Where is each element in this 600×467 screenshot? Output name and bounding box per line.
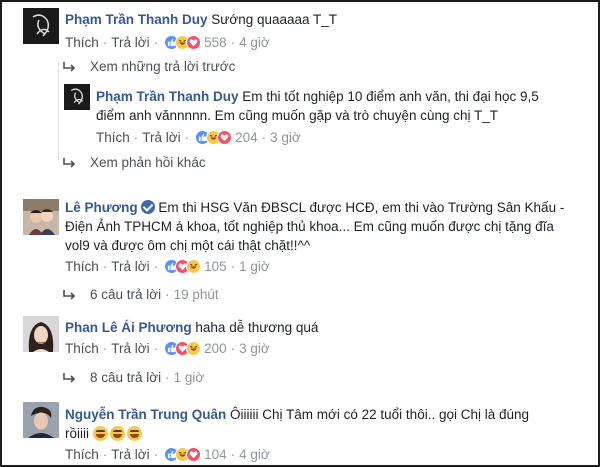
haha-reaction-icon — [186, 341, 202, 356]
avatar[interactable] — [23, 402, 59, 438]
reply-link[interactable]: Trả lời — [111, 447, 149, 462]
reply-count-label[interactable]: 6 câu trả lời — [90, 287, 161, 302]
author-name[interactable]: Lê Phương — [65, 200, 138, 215]
timestamp[interactable]: 3 giờ — [239, 341, 270, 356]
comment-body: Phan Lê Ái Phương haha dễ thương quá — [65, 318, 585, 337]
reactions[interactable]: 558 — [164, 35, 227, 50]
reactions[interactable]: 200 — [164, 341, 227, 356]
separator: · — [230, 259, 236, 274]
separator: · — [165, 287, 170, 302]
like-link[interactable]: Thích — [65, 341, 99, 356]
view-other-replies-label[interactable]: Xem phản hồi khác — [90, 155, 206, 170]
timestamp[interactable]: 1 giờ — [239, 259, 270, 274]
separator: · — [261, 130, 267, 145]
avatar[interactable] — [23, 199, 59, 235]
comment-text-continued: rồiiii — [65, 426, 90, 441]
author-name[interactable]: Nguyễn Trần Trung Quân — [65, 407, 226, 422]
reply-count-label[interactable]: 8 câu trả lời — [90, 370, 161, 385]
reactions[interactable]: 204 — [195, 130, 258, 145]
reaction-count: 558 — [204, 35, 227, 50]
reply-link[interactable]: Trả lời — [142, 130, 180, 145]
timestamp[interactable]: 4 giờ — [239, 447, 270, 462]
love-reaction-icon — [217, 130, 233, 145]
verified-badge-icon — [140, 200, 155, 214]
comment-text: Sướng quaaaaa T_T — [211, 12, 338, 27]
reaction-count: 204 — [235, 130, 258, 145]
separator: · — [230, 35, 236, 50]
separator: · — [184, 130, 190, 145]
view-previous-replies-label[interactable]: Xem những trả lời trước — [90, 59, 235, 74]
love-reaction-icon — [186, 447, 202, 462]
haha-reaction-icon — [186, 259, 202, 274]
separator: · — [153, 259, 159, 274]
separator: · — [230, 341, 236, 356]
separator: · — [153, 341, 159, 356]
avatar[interactable] — [64, 84, 90, 110]
like-link[interactable]: Thích — [96, 130, 130, 145]
separator: · — [102, 35, 108, 50]
separator: · — [102, 259, 108, 274]
reaction-count: 104 — [204, 447, 227, 462]
comment-body: Nguyễn Trần Trung Quân Ôiiiiii Chị Tâm m… — [65, 405, 585, 443]
author-name[interactable]: Phan Lê Ái Phương — [65, 320, 192, 335]
author-name[interactable]: Phạm Trần Thanh Duy — [65, 12, 208, 27]
reply-arrow-icon — [63, 157, 76, 168]
reply-thread-line — [58, 60, 59, 160]
separator: · — [102, 341, 108, 356]
reply-arrow-icon — [63, 61, 76, 72]
separator: · — [133, 130, 139, 145]
timestamp[interactable]: 3 giờ — [270, 130, 301, 145]
separator: · — [165, 370, 170, 385]
reaction-count: 105 — [204, 259, 227, 274]
reply-arrow-icon — [63, 372, 76, 383]
comment-body: Phạm Trần Thanh Duy Sướng quaaaaa T_T — [65, 10, 585, 29]
timestamp: 1 giờ — [173, 370, 205, 385]
love-reaction-icon — [186, 35, 202, 50]
comment-body: Lê Phương Em thi HSG Văn ĐBSCL được HCĐ,… — [65, 198, 575, 255]
laughing-emoji-icon — [92, 426, 108, 441]
reply-arrow-icon — [63, 289, 76, 300]
separator: · — [153, 447, 159, 462]
author-name[interactable]: Phạm Trần Thanh Duy — [96, 89, 239, 104]
avatar[interactable] — [23, 316, 59, 352]
comment-text: haha dễ thương quá — [195, 320, 319, 335]
comment-text: Ôiiiiii Chị Tâm mới có 22 tuổi thôi.. gọ… — [230, 407, 530, 422]
comment-actions: Thích · Trả lời · 200 · 3 giờ — [65, 341, 270, 356]
comment-actions: Thích · Trả lời · 204 · 3 giờ — [96, 130, 301, 145]
separator: · — [230, 447, 236, 462]
comment-actions: Thích · Trả lời · 104 · 4 giờ — [65, 447, 270, 462]
view-replies-thread[interactable]: 8 câu trả lời · 1 giờ — [62, 370, 204, 385]
laughing-emoji-icon — [126, 426, 142, 441]
reply-link[interactable]: Trả lời — [111, 259, 149, 274]
reply-link[interactable]: Trả lời — [111, 341, 149, 356]
reaction-count: 200 — [204, 341, 227, 356]
separator: · — [153, 35, 159, 50]
reactions[interactable]: 105 — [164, 259, 227, 274]
comment-actions: Thích · Trả lời · 558 · 4 giờ — [65, 35, 270, 50]
laughing-emoji-icon — [109, 426, 125, 441]
comment-body: Phạm Trần Thanh Duy Em thi tốt nghiệp 10… — [96, 87, 566, 125]
comment-actions: Thích · Trả lời · 105 · 1 giờ — [65, 259, 270, 274]
like-link[interactable]: Thích — [65, 35, 99, 50]
reactions[interactable]: 104 — [164, 447, 227, 462]
view-replies-thread[interactable]: 6 câu trả lời · 19 phút — [62, 287, 219, 302]
avatar[interactable] — [23, 8, 59, 44]
view-other-replies[interactable]: Xem phản hồi khác — [62, 155, 206, 170]
comments-panel: Phạm Trần Thanh Duy Sướng quaaaaa T_T Th… — [0, 0, 600, 467]
reply-link[interactable]: Trả lời — [111, 35, 149, 50]
timestamp: 19 phút — [173, 287, 219, 302]
view-previous-replies[interactable]: Xem những trả lời trước — [62, 59, 235, 74]
like-link[interactable]: Thích — [65, 259, 99, 274]
like-link[interactable]: Thích — [65, 447, 99, 462]
timestamp[interactable]: 4 giờ — [239, 35, 270, 50]
separator: · — [102, 447, 108, 462]
comment-text: Em thi HSG Văn ĐBSCL được HCĐ, em thi và… — [65, 200, 565, 253]
